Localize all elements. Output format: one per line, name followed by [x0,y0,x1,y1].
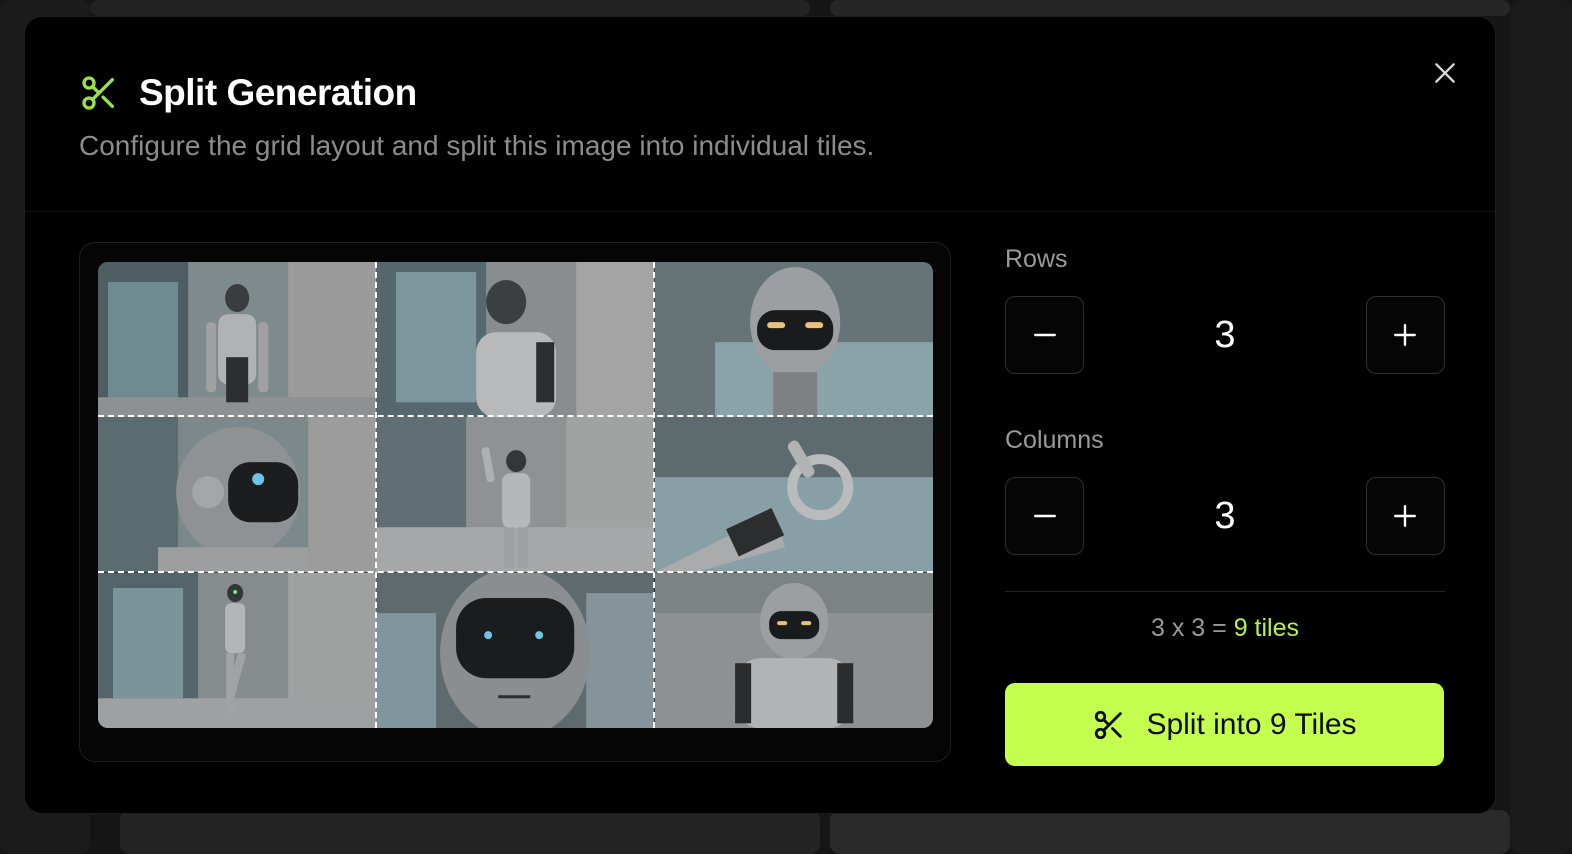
rows-stepper: 3 [1005,296,1445,374]
preview-tile [376,572,655,728]
background-panel [1510,0,1572,854]
background-panel [830,810,1510,854]
modal-title: Split Generation [139,72,417,113]
scissors-icon [1095,710,1123,739]
tile-count-summary: 3 x 3 = 9 tiles [1005,614,1445,643]
minus-icon [1033,333,1056,337]
rows-increment-button[interactable] [1365,296,1445,374]
plus-icon [1394,505,1417,527]
background-panel [120,810,820,854]
controls-divider [1005,591,1445,592]
close-icon [1435,63,1455,83]
summary-tile-count: 9 tiles [1233,614,1299,642]
columns-stepper: 3 [1005,477,1445,555]
modal-subtitle: Configure the grid layout and split this… [79,130,875,161]
preview-tile [376,417,655,573]
header-divider [25,211,1495,212]
preview-tile [98,262,377,418]
preview-card [79,242,951,762]
columns-increment-button[interactable] [1365,477,1445,555]
background-panel [90,0,810,16]
rows-label: Rows [1005,245,1068,273]
minus-icon [1033,514,1056,518]
columns-decrement-button[interactable] [1005,477,1084,555]
image-preview [98,262,933,728]
preview-tile [654,417,933,573]
close-button[interactable] [1427,55,1463,91]
split-generation-modal: Split Generation Configure the grid layo… [24,16,1496,814]
summary-formula: 3 x 3 = [1150,614,1234,642]
grid-controls: Rows 3 Columns 3 3 x 3 = 9 tiles Split i… [1005,245,1445,766]
scissors-icon [82,76,115,110]
split-button-label: Split into 9 Tiles [1146,707,1357,741]
preview-tile [654,572,933,728]
background-panel [830,0,1510,16]
rows-decrement-button[interactable] [1005,296,1084,374]
preview-tile [376,262,655,418]
split-tiles-button[interactable]: Split into 9 Tiles [1005,683,1444,766]
columns-value: 3 [1214,494,1236,537]
modal-header: Split Generation Configure the grid layo… [79,72,874,162]
title-row: Split Generation [79,72,874,114]
preview-tile [98,417,377,573]
preview-tile [98,572,377,728]
rows-value: 3 [1214,313,1236,356]
plus-icon [1394,324,1417,346]
columns-label: Columns [1005,426,1104,454]
preview-tile [654,262,933,418]
